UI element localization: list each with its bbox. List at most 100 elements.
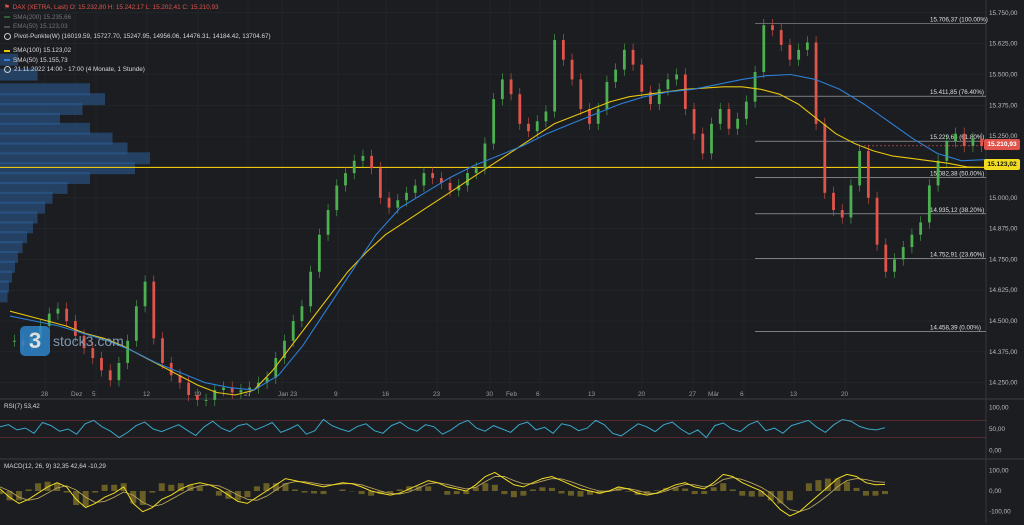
- candle-body: [518, 94, 521, 124]
- macd-histogram-bar: [197, 486, 203, 491]
- macd-histogram-bar: [844, 482, 850, 491]
- candle-body: [693, 109, 696, 134]
- legend-sma50[interactable]: SMA(50) 15.155,73: [4, 56, 271, 66]
- candle-body: [100, 358, 103, 370]
- candle-body: [640, 65, 643, 92]
- candle-body: [658, 89, 661, 104]
- legend-sma200[interactable]: SMA(200) 15.235,66: [4, 13, 271, 23]
- x-tick-label: 20: [638, 391, 646, 398]
- legend-main[interactable]: ⚑DAX (XETRA, Last) O: 15.232,80 H: 15.24…: [4, 3, 271, 13]
- watermark-logo: 3 stock3.com: [20, 326, 124, 356]
- candle-body: [240, 390, 243, 392]
- candle-body: [414, 185, 417, 192]
- macd-label[interactable]: MACD(12, 26, 9) 32,35 42,64 -10,29: [4, 463, 106, 470]
- candle-body: [719, 109, 722, 124]
- candle-body: [109, 370, 112, 380]
- candle-body: [501, 79, 504, 99]
- candle-body: [152, 282, 155, 339]
- candle-body: [710, 124, 713, 154]
- legend-sma100[interactable]: SMA(100) 15.123,02: [4, 46, 271, 56]
- candle-body: [362, 156, 365, 161]
- x-tick-label: 28: [41, 391, 49, 398]
- macd-histogram-bar: [92, 491, 98, 493]
- y-tick-label: 15.750,00: [989, 10, 1018, 17]
- candle-body: [945, 141, 948, 161]
- macd-histogram-bar: [701, 491, 707, 494]
- candle-body: [675, 74, 678, 79]
- candle-body: [301, 306, 304, 321]
- candle-body: [553, 40, 556, 111]
- candle-body: [623, 50, 626, 70]
- macd-histogram-bar: [520, 491, 526, 496]
- x-tick-label: 30: [486, 391, 494, 398]
- x-tick-label: 13: [588, 391, 596, 398]
- macd-histogram-bar: [863, 491, 869, 496]
- candle-body: [736, 119, 739, 129]
- candle-body: [884, 245, 887, 272]
- candle-body: [963, 134, 966, 146]
- macd-histogram-bar: [501, 491, 507, 494]
- macd-histogram-bar: [711, 487, 717, 491]
- macd-histogram-bar: [254, 486, 260, 491]
- macd-histogram-bar: [492, 485, 498, 491]
- x-tick-label: 9: [334, 391, 338, 398]
- candle-body: [126, 341, 129, 363]
- candle-body: [728, 109, 731, 129]
- candle-body: [335, 185, 338, 210]
- candle-body: [510, 79, 513, 94]
- legend-range[interactable]: 21.11.2022 14:00 - 17:00 (4 Monate, 1 St…: [4, 65, 271, 75]
- macd-histogram-bar: [168, 485, 174, 491]
- y-tick-label: 15.000,00: [989, 195, 1018, 202]
- x-tick-label: 12: [143, 391, 151, 398]
- candle-body: [902, 247, 905, 259]
- candle-body: [144, 282, 147, 307]
- macd-histogram-bar: [35, 483, 41, 491]
- x-tick-label: 13: [790, 391, 798, 398]
- x-tick-label: 27: [689, 391, 697, 398]
- macd-histogram-bar: [282, 483, 288, 491]
- macd-tick-label: 100,00: [989, 467, 1009, 474]
- candle-body: [370, 156, 373, 168]
- macd-histogram-bar: [625, 491, 631, 492]
- volume-profile-bar: [0, 290, 8, 302]
- last-price-tag: 15.210,93: [984, 139, 1020, 150]
- macd-histogram-bar: [454, 491, 460, 494]
- rsi-label[interactable]: RSI(7) 53,42: [4, 403, 40, 410]
- macd-histogram-bar: [311, 491, 317, 493]
- candle-body: [396, 200, 399, 207]
- rsi-line: [0, 420, 885, 438]
- sma100-line: [10, 87, 986, 395]
- candle-body: [972, 139, 975, 146]
- x-tick-label: Feb: [506, 391, 517, 398]
- macd-histogram-bar: [159, 483, 165, 491]
- rsi-tick-label: 50,00: [989, 426, 1005, 433]
- fib-level-label: 15.706,37 (100.00%): [930, 17, 988, 24]
- candle-body: [667, 79, 670, 89]
- line-swatch-icon: [4, 16, 10, 18]
- macd-histogram-bar: [64, 491, 70, 493]
- candle-body: [118, 363, 121, 380]
- candle-body: [632, 50, 635, 65]
- x-tick-label: 23: [433, 391, 441, 398]
- rsi-tick-label: 100,00: [989, 404, 1009, 411]
- legend-pivot[interactable]: Pivot-Punkte(W) (16019.59, 15727.70, 152…: [4, 32, 271, 42]
- candle-body: [614, 70, 617, 82]
- candle-body: [867, 151, 870, 198]
- y-tick-label: 14.875,00: [989, 226, 1018, 233]
- candle-body: [754, 72, 757, 102]
- macd-histogram-bar: [577, 491, 583, 497]
- legend-ema50[interactable]: EMA(50) 15.123,03: [4, 22, 271, 32]
- macd-histogram-bar: [292, 489, 298, 491]
- candle-body: [876, 198, 879, 245]
- candle-body: [545, 111, 548, 121]
- candle-body: [701, 134, 704, 154]
- macd-histogram-bar: [739, 491, 745, 496]
- candle-body: [850, 185, 853, 217]
- macd-histogram-bar: [682, 489, 688, 491]
- macd-histogram-bar: [558, 491, 564, 493]
- macd-histogram-bar: [758, 491, 764, 497]
- x-tick-label: 20: [841, 391, 849, 398]
- candle-body: [911, 235, 914, 247]
- candle-body: [579, 79, 582, 109]
- fib-level-label: 14.935,12 (38.20%): [930, 207, 984, 214]
